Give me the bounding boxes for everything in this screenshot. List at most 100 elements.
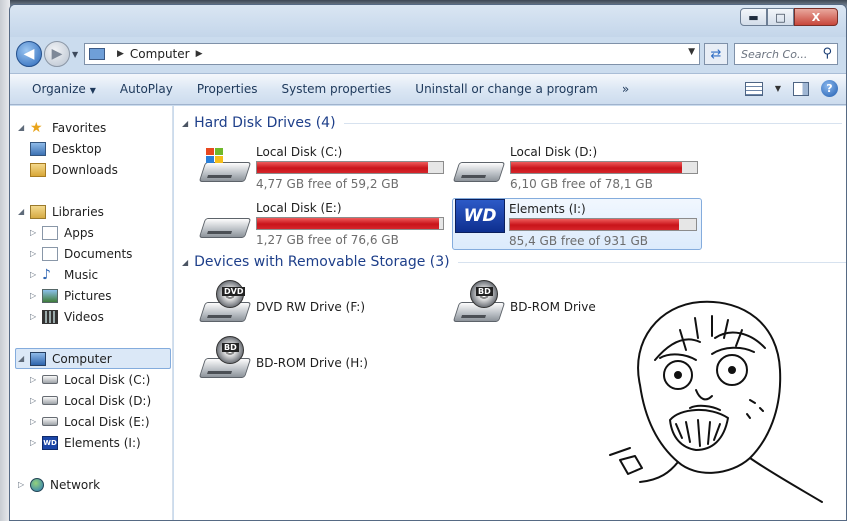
- title-bar[interactable]: ▬ □ X: [10, 5, 846, 37]
- change-view-icon[interactable]: [744, 81, 763, 96]
- group-heading: Hard Disk Drives (4): [194, 115, 336, 131]
- hard-drive-icon: [42, 396, 58, 405]
- drive-tile-selected[interactable]: WD Elements (I:) 85,4 GB free of 931 GB: [452, 198, 702, 250]
- properties-button[interactable]: Properties: [185, 82, 270, 96]
- downloads-folder-icon: [30, 162, 46, 177]
- group-removable-storage[interactable]: ◢ Devices with Removable Storage (3): [182, 254, 846, 270]
- expanded-arrow-icon[interactable]: ◢: [182, 119, 188, 128]
- nav-computer[interactable]: ◢ Computer: [18, 348, 112, 369]
- more-commands-button[interactable]: »: [610, 82, 641, 96]
- drive-name: Local Disk (C:): [256, 145, 343, 159]
- drive-name: Local Disk (E:): [256, 201, 342, 215]
- nav-label: Videos: [64, 309, 104, 324]
- optical-drive-icon: BD: [452, 280, 506, 322]
- nav-documents[interactable]: ▷ Documents: [30, 243, 132, 264]
- expanded-arrow-icon[interactable]: ◢: [18, 207, 30, 216]
- collapsed-arrow-icon[interactable]: ▷: [30, 249, 42, 258]
- windows-logo-icon: [206, 148, 224, 164]
- nav-label: Pictures: [64, 288, 112, 303]
- drive-free-space: 4,77 GB free of 59,2 GB: [256, 177, 399, 191]
- drive-tile[interactable]: Local Disk (E:) 1,27 GB free of 76,6 GB: [194, 198, 444, 250]
- help-icon[interactable]: ?: [821, 80, 838, 97]
- collapsed-arrow-icon[interactable]: ▷: [30, 270, 42, 279]
- drive-free-space: 6,10 GB free of 78,1 GB: [510, 177, 653, 191]
- maximize-button[interactable]: □: [767, 8, 794, 26]
- collapsed-arrow-icon[interactable]: ▷: [30, 312, 42, 321]
- drive-badge: DVD: [222, 287, 246, 296]
- view-options-chevron-icon[interactable]: ▼: [775, 84, 781, 93]
- music-note-icon: ♪: [42, 266, 51, 283]
- nav-label: Network: [50, 477, 101, 492]
- hard-drive-icon: [198, 148, 252, 182]
- collapsed-arrow-icon[interactable]: ▷: [30, 375, 42, 384]
- nav-libraries[interactable]: ◢ Libraries: [18, 201, 104, 222]
- nav-downloads[interactable]: Downloads: [30, 159, 118, 180]
- expanded-arrow-icon[interactable]: ◢: [18, 123, 30, 132]
- expanded-arrow-icon[interactable]: ◢: [182, 258, 188, 267]
- collapsed-arrow-icon[interactable]: ▷: [30, 396, 42, 405]
- drive-usage-bar: [256, 217, 444, 230]
- collapsed-arrow-icon[interactable]: ▷: [30, 228, 42, 237]
- address-bar[interactable]: ▶ Computer ▶ ▼: [84, 43, 700, 65]
- nav-label: Libraries: [52, 204, 104, 219]
- group-divider: [457, 261, 846, 263]
- nav-videos[interactable]: ▷ Videos: [30, 306, 104, 327]
- drive-free-space: 1,27 GB free of 76,6 GB: [256, 233, 399, 247]
- breadcrumb-arrow-icon[interactable]: ▶: [196, 49, 203, 59]
- back-button[interactable]: ◀: [16, 41, 42, 67]
- group-hard-disk-drives[interactable]: ◢ Hard Disk Drives (4): [182, 115, 842, 131]
- collapsed-arrow-icon[interactable]: ▷: [18, 480, 30, 489]
- forward-button[interactable]: ▶: [44, 41, 70, 67]
- drive-badge: BD: [222, 343, 239, 352]
- hard-drive-icon: [42, 375, 58, 384]
- group-divider: [343, 122, 842, 124]
- uninstall-program-button[interactable]: Uninstall or change a program: [403, 82, 610, 96]
- search-input[interactable]: Search Co... ⚲: [734, 43, 838, 65]
- breadcrumb-computer[interactable]: Computer: [130, 47, 190, 61]
- chevron-down-icon: ▼: [89, 86, 96, 95]
- star-icon: ★: [30, 119, 43, 136]
- breadcrumb-arrow-icon[interactable]: ▶: [117, 49, 124, 59]
- nav-label: Local Disk (E:): [64, 414, 150, 429]
- nav-local-disk-c[interactable]: ▷ Local Disk (C:): [30, 369, 150, 390]
- nav-pictures[interactable]: ▷ Pictures: [30, 285, 112, 306]
- computer-icon: [30, 351, 46, 366]
- search-icon[interactable]: ⚲: [822, 46, 832, 61]
- nav-local-disk-e[interactable]: ▷ Local Disk (E:): [30, 411, 150, 432]
- collapsed-arrow-icon[interactable]: ▷: [30, 438, 42, 447]
- libraries-icon: [30, 204, 46, 219]
- nav-apps[interactable]: ▷ Apps: [30, 222, 94, 243]
- removable-drive-tile[interactable]: DVD DVD RW Drive (F:): [194, 280, 444, 334]
- collapsed-arrow-icon[interactable]: ▷: [30, 291, 42, 300]
- recent-pages-chevron-icon[interactable]: ▼: [72, 50, 78, 59]
- removable-drive-tile[interactable]: BD BD-ROM Drive (H:): [194, 336, 444, 390]
- nav-desktop[interactable]: Desktop: [30, 138, 102, 159]
- nav-label: Favorites: [52, 120, 107, 135]
- refresh-button[interactable]: ⇄: [704, 43, 728, 65]
- nav-label: Documents: [64, 246, 133, 261]
- optical-drive-icon: DVD: [198, 280, 252, 322]
- nav-music[interactable]: ▷ ♪ Music: [30, 264, 98, 285]
- close-button[interactable]: X: [794, 8, 838, 26]
- nav-local-disk-d[interactable]: ▷ Local Disk (D:): [30, 390, 151, 411]
- network-globe-icon: [30, 477, 44, 492]
- view-controls: ▼ ?: [744, 80, 838, 97]
- nav-network[interactable]: ▷ Network: [18, 474, 100, 495]
- drive-tile[interactable]: Local Disk (D:) 6,10 GB free of 78,1 GB: [448, 142, 698, 194]
- autoplay-button[interactable]: AutoPlay: [108, 82, 185, 96]
- nav-label: Local Disk (C:): [64, 372, 151, 387]
- nav-elements[interactable]: ▷ WD Elements (I:): [30, 432, 141, 453]
- preview-pane-icon[interactable]: [793, 81, 809, 96]
- minimize-button[interactable]: ▬: [740, 8, 767, 26]
- address-dropdown-icon[interactable]: ▼: [688, 47, 695, 57]
- system-properties-button[interactable]: System properties: [269, 82, 403, 96]
- desktop-icon: [30, 141, 46, 156]
- expanded-arrow-icon[interactable]: ◢: [18, 354, 30, 363]
- pictures-icon: [42, 288, 58, 303]
- collapsed-arrow-icon[interactable]: ▷: [30, 417, 42, 426]
- drive-name: Elements (I:): [509, 202, 586, 216]
- organize-button[interactable]: Organize ▼: [20, 82, 108, 96]
- hard-drive-icon: [198, 208, 252, 238]
- drive-tile[interactable]: Local Disk (C:) 4,77 GB free of 59,2 GB: [194, 142, 444, 194]
- nav-favorites[interactable]: ◢ ★ Favorites: [18, 117, 106, 138]
